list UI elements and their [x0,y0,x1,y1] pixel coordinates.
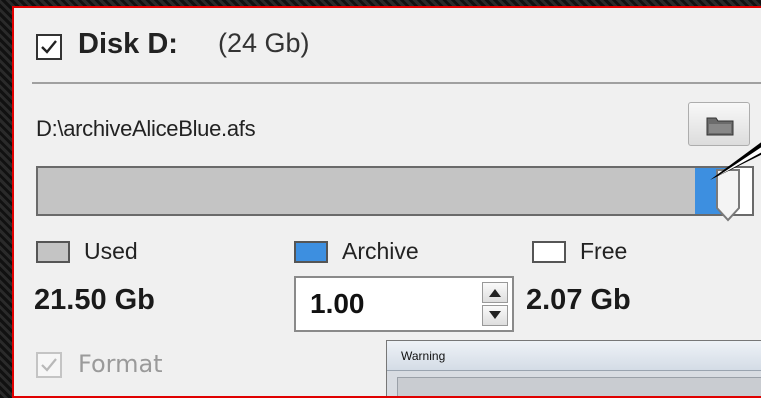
archive-path: D:\archiveAliceBlue.afs [36,116,256,141]
format-checkbox[interactable] [36,352,62,378]
archive-size-spinner[interactable]: 1.00 [294,276,514,332]
legend-free-label: Free [580,238,628,264]
disk-enable-checkbox[interactable] [36,34,62,60]
check-icon [41,40,57,54]
warning-title: Warning [401,349,446,363]
spin-up-button[interactable] [482,282,508,303]
legend-archive-label: Archive [342,238,419,264]
arrow-down-icon [489,311,501,319]
format-label: Format [78,350,163,378]
free-swatch [532,241,566,263]
disk-allocation-slider[interactable] [36,166,754,222]
free-value: 2.07 Gb [526,284,631,316]
used-value: 21.50 Gb [34,284,155,316]
spinner-buttons [482,282,508,326]
used-segment [38,168,695,214]
disk-header: Disk D: (24 Gb) [14,8,761,88]
disk-size: (24 Gb) [218,28,310,58]
arrow-up-icon [489,289,501,297]
used-swatch [36,241,70,263]
legend-free: Free [532,238,672,266]
header-divider [32,82,761,84]
warning-titlebar[interactable]: Warning [387,341,761,371]
disk-panel: Disk D: (24 Gb) D:\archiveAliceBlue.afs … [12,6,761,398]
legend-used-label: Used [84,238,138,264]
warning-dialog[interactable]: Warning [386,340,761,396]
spin-down-button[interactable] [482,305,508,326]
legend-archive: Archive [294,238,474,266]
warning-body [397,377,761,396]
disk-title: Disk D: [78,28,178,60]
archive-swatch [294,241,328,263]
check-icon [41,358,57,372]
callout-pointer [710,142,761,180]
legend-used: Used [36,238,186,266]
archive-size-value[interactable]: 1.00 [310,288,365,320]
